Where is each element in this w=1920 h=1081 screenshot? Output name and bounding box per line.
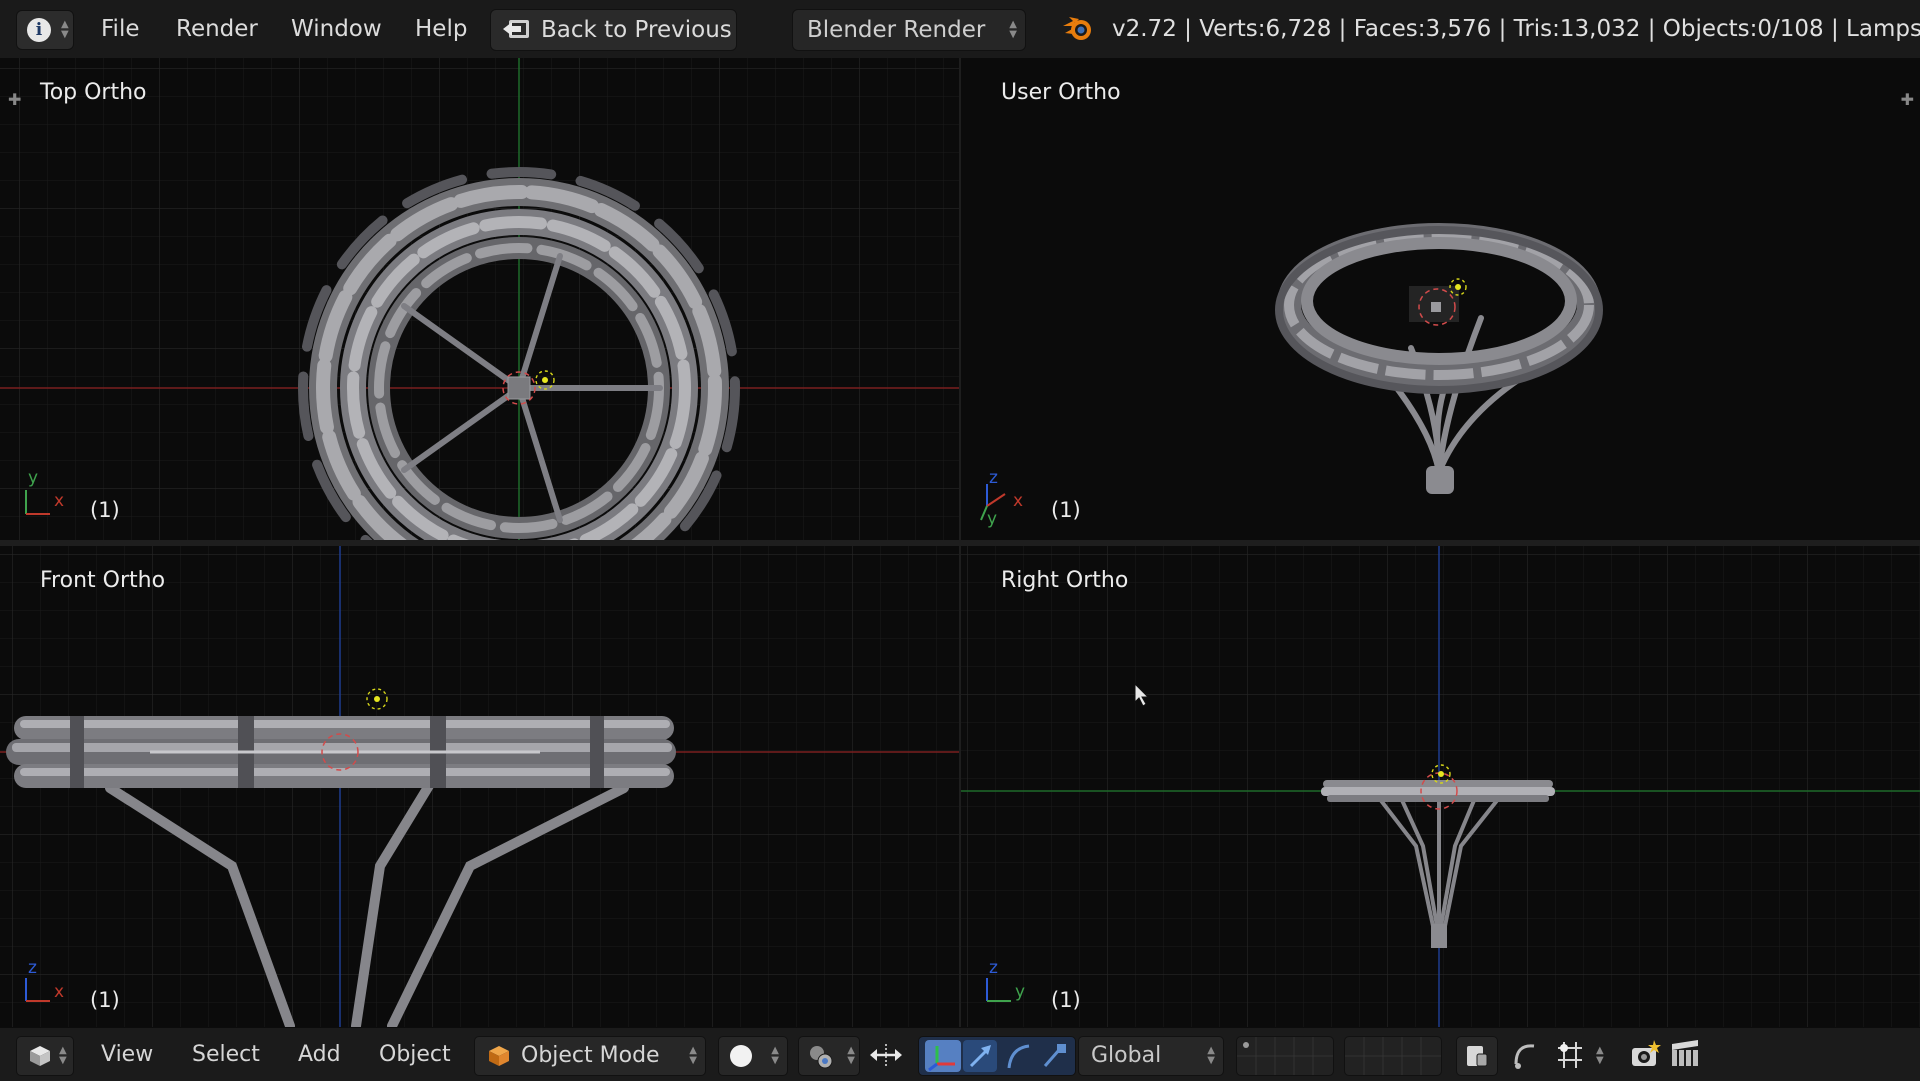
axis-label-x: x (54, 982, 65, 1002)
axis-label-y: y (28, 468, 39, 488)
scene-stats: v2.72 | Verts:6,728 | Faces:3,576 | Tris… (1112, 16, 1920, 42)
front-ortho-scene (0, 546, 959, 1027)
axis-label-x: x (54, 491, 65, 511)
frame-count: (1) (1051, 498, 1081, 522)
updown-arrows-icon: ▲ ▼ (61, 19, 69, 40)
lock-layers-button[interactable] (1456, 1036, 1498, 1076)
scene-layers-lock-icon (1463, 1042, 1491, 1070)
viewport-label: Front Ortho (40, 568, 166, 593)
pivot-point-icon (807, 1044, 835, 1070)
horizontal-area-divider[interactable] (0, 540, 1920, 546)
updown-arrows-icon: ▲ ▼ (847, 1045, 855, 1066)
info-icon: i (27, 18, 51, 42)
menu-help[interactable]: Help (415, 0, 467, 58)
frame-count: (1) (1051, 988, 1081, 1012)
axis-label-y: y (1015, 982, 1026, 1002)
viewport-shading-select[interactable]: ▲ ▼ (718, 1036, 788, 1076)
scene-layers-group-1 (1236, 1036, 1334, 1076)
menu-window[interactable]: Window (291, 0, 382, 58)
viewport-label: Right Ortho (1001, 568, 1129, 593)
render-engine-value: Blender Render (807, 17, 986, 43)
axis-label-z: z (989, 468, 998, 488)
transform-orientation-select[interactable]: Global ▲ ▼ (1078, 1036, 1224, 1076)
3d-view-cube-icon (28, 1044, 52, 1068)
updown-arrows-icon: ▲ ▼ (59, 1045, 67, 1066)
updown-arrows-icon[interactable]: ▲ ▼ (1596, 1046, 1604, 1066)
menu-select[interactable]: Select (192, 1028, 260, 1081)
updown-arrows-icon: ▲ ▼ (1009, 19, 1017, 40)
object-mode-icon (487, 1044, 511, 1068)
editor-type-button[interactable]: ▲ ▼ (16, 1036, 74, 1076)
updown-arrows-icon: ▲ ▼ (689, 1045, 697, 1066)
frame-count: (1) (90, 498, 120, 522)
menu-view[interactable]: View (101, 1028, 153, 1081)
proportional-edit-icon[interactable] (1508, 1036, 1542, 1074)
transform-orientation-value: Global (1091, 1043, 1162, 1068)
top-ortho-scene (0, 58, 959, 540)
blender-logo-icon (1061, 14, 1095, 44)
right-ortho-scene (961, 546, 1920, 1027)
translate-manipulator-icon[interactable] (963, 1040, 997, 1072)
viewport-label: Top Ortho (40, 80, 147, 105)
manipulate-center-icon[interactable] (868, 1036, 904, 1074)
updown-arrows-icon: ▲ ▼ (1207, 1045, 1215, 1066)
rotate-manipulator-icon[interactable] (1001, 1040, 1035, 1072)
back-to-previous-button[interactable]: Back to Previous (490, 9, 737, 51)
viewport-user-ortho[interactable]: User Ortho ✚ z x y (1) (961, 58, 1920, 540)
scene-layers-group-2 (1344, 1036, 1442, 1076)
menu-file[interactable]: File (101, 0, 140, 58)
interaction-mode-value: Object Mode (521, 1043, 660, 1068)
viewport-top-ortho[interactable]: Top Ortho ✚ y x (1) (0, 58, 959, 540)
pivot-point-select[interactable]: ▲ ▼ (798, 1036, 860, 1076)
solid-shading-icon (729, 1044, 753, 1068)
editor-type-button[interactable]: i ▲ ▼ (16, 10, 74, 50)
menu-add[interactable]: Add (298, 1028, 341, 1081)
axis-label-z: z (28, 958, 37, 978)
info-header: i ▲ ▼ File Render Window Help Back to Pre… (0, 0, 1920, 59)
layer-buttons[interactable] (1345, 1037, 1441, 1075)
axis-label-y: y (987, 509, 998, 529)
viewport-front-ortho[interactable]: Front Ortho z x (1) (0, 546, 959, 1027)
render-opengl-image-icon[interactable] (1628, 1036, 1662, 1074)
scale-manipulator-icon[interactable] (1037, 1040, 1071, 1072)
snap-toggle-icon[interactable] (1552, 1036, 1586, 1074)
user-ortho-scene (980, 223, 1603, 521)
axis-label-x: x (1013, 491, 1024, 511)
viewport-label: User Ortho (1001, 80, 1121, 105)
axis-label-z: z (989, 958, 998, 978)
plus-icon[interactable]: ✚ (1901, 90, 1914, 109)
render-engine-select[interactable]: Blender Render ▲ ▼ (792, 9, 1026, 51)
menu-object[interactable]: Object (379, 1028, 451, 1081)
back-to-previous-label: Back to Previous (541, 17, 732, 43)
menu-render[interactable]: Render (176, 0, 258, 58)
frame-count: (1) (90, 988, 120, 1012)
manipulator-toggle[interactable] (925, 1040, 961, 1072)
layer-buttons[interactable] (1237, 1037, 1333, 1075)
transform-manipulators (918, 1036, 1076, 1076)
3d-view-header: ▲ ▼ View Select Add Object Object Mode ▲ ▼… (0, 1027, 1920, 1081)
plus-icon[interactable]: ✚ (8, 90, 21, 109)
render-opengl-animation-icon[interactable] (1668, 1036, 1702, 1074)
viewport-right-ortho[interactable]: Right Ortho z y (1) (961, 546, 1920, 1027)
updown-arrows-icon: ▲ ▼ (771, 1045, 779, 1066)
interaction-mode-select[interactable]: Object Mode ▲ ▼ (474, 1036, 706, 1076)
back-icon (503, 18, 531, 40)
